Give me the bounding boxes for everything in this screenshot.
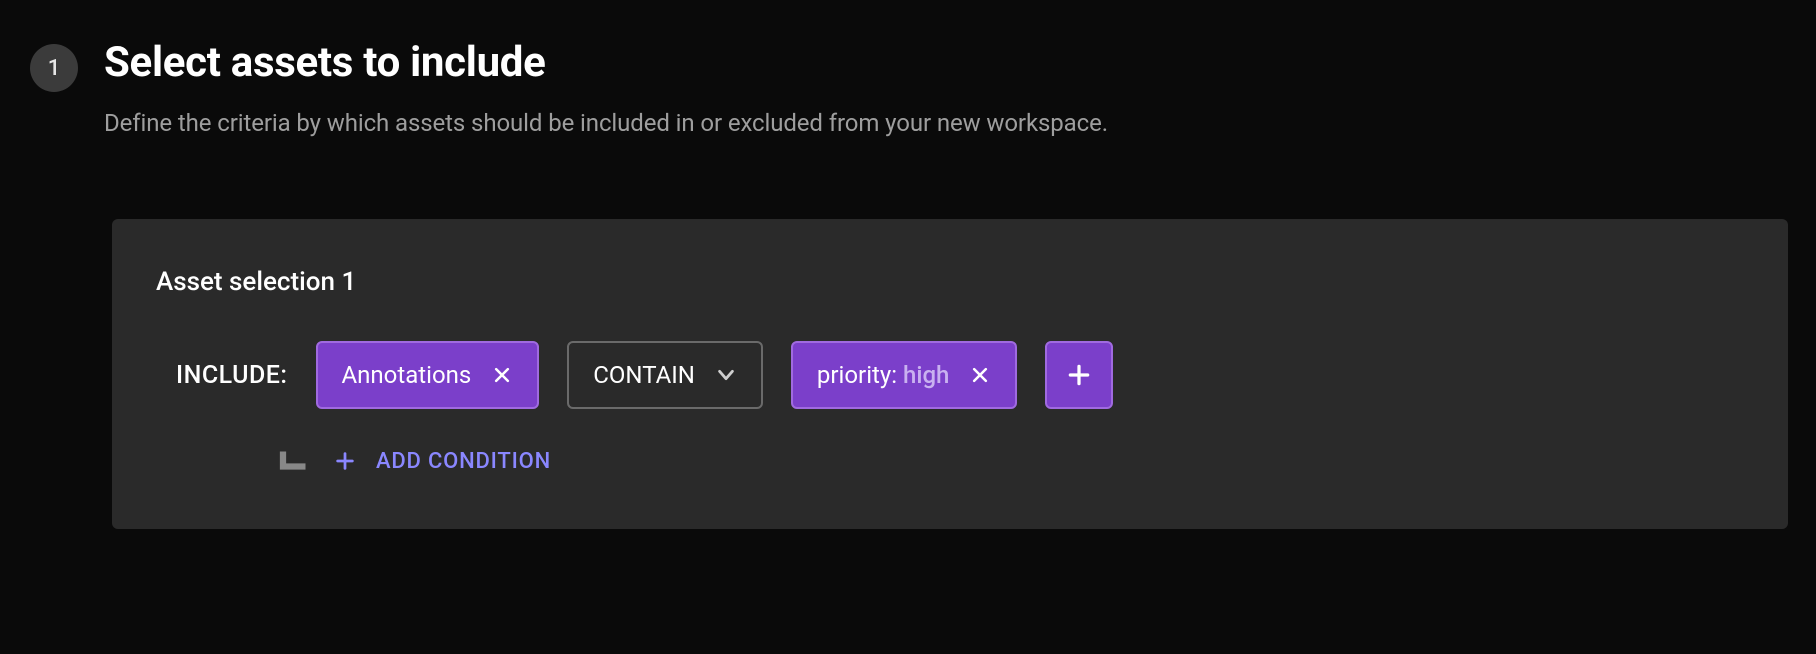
plus-icon: [334, 450, 356, 472]
step-header: 1 Select assets to include Define the cr…: [30, 38, 1786, 137]
condition-row: INCLUDE: Annotations CONTAIN priority:: [176, 341, 1744, 409]
subject-chip-label: Annotations: [342, 361, 472, 389]
panel-title: Asset selection 1: [156, 267, 1744, 297]
page-title: Select assets to include: [104, 38, 1108, 87]
value-chip-label: priority: high: [817, 361, 949, 389]
add-value-button[interactable]: [1045, 341, 1113, 409]
step-number: 1: [48, 56, 61, 81]
value-val: high: [903, 361, 949, 389]
include-label: INCLUDE:: [176, 361, 288, 390]
value-chip[interactable]: priority: high: [791, 341, 1017, 409]
sub-condition-row: ADD CONDITION: [278, 449, 1744, 479]
close-icon[interactable]: [969, 364, 991, 386]
value-key: priority:: [817, 361, 897, 389]
subject-chip[interactable]: Annotations: [316, 341, 540, 409]
plus-icon: [1066, 362, 1092, 388]
operator-label: CONTAIN: [593, 361, 695, 389]
sub-branch-icon: [278, 449, 308, 479]
page-subtitle: Define the criteria by which assets shou…: [104, 109, 1108, 137]
close-icon[interactable]: [491, 364, 513, 386]
chevron-down-icon: [715, 364, 737, 386]
add-condition-button[interactable]: ADD CONDITION: [334, 449, 551, 474]
step-number-badge: 1: [30, 44, 78, 92]
asset-selection-panel: Asset selection 1 INCLUDE: Annotations C…: [112, 219, 1788, 529]
add-condition-label: ADD CONDITION: [376, 449, 551, 474]
operator-dropdown[interactable]: CONTAIN: [567, 341, 763, 409]
